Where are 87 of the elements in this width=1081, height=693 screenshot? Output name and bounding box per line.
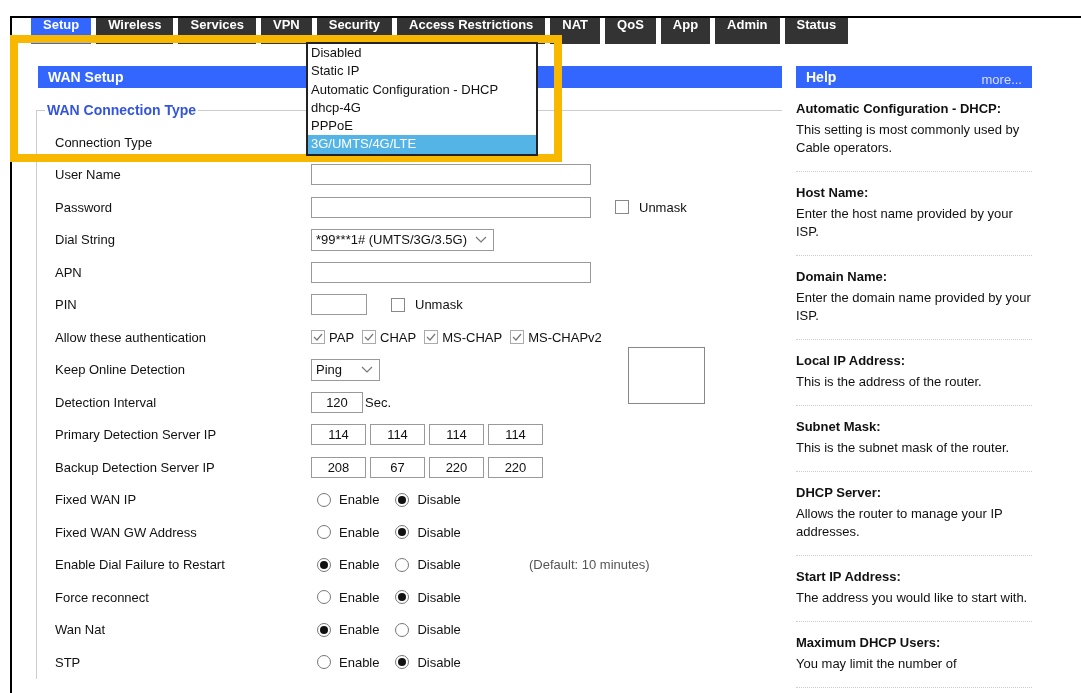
help-heading: Start IP Address: [796,569,902,584]
field-label: Force reconnect [55,589,150,605]
unit-label: Sec. [365,394,391,410]
checkbox[interactable] [362,330,377,345]
nav-tab[interactable]: NAT [550,17,601,44]
input-field[interactable] [311,164,591,186]
help-heading: Subnet Mask: [796,419,882,434]
chevron-down-icon [475,235,487,244]
help-heading: Host Name: [796,185,870,200]
radio-label: Disable [417,492,461,508]
input-field[interactable]: 67 [370,456,425,478]
help-text: Allows the router to manage your IP addresses. [796,505,1004,541]
checkbox[interactable] [311,330,325,345]
radio-label: Disable [417,622,461,638]
radio-label: Disable [417,524,461,540]
input-field[interactable] [311,196,591,218]
input-field[interactable]: 220 [429,456,484,478]
select-field[interactable]: *99***1# (UMTS/3G/3.5G) [311,228,494,251]
help-text: The address you would like to start with. [796,589,1029,607]
field-label: Enable Dial Failure to Restart [55,557,226,573]
dropdown-option[interactable]: Disabled [308,44,536,63]
nav-tab[interactable]: Status [784,17,849,44]
radio-label: Disable [417,654,461,670]
checkbox-label: PAP [329,329,355,345]
field-label: Dial String [55,232,116,248]
more-link[interactable]: more... [981,69,1022,88]
radio-label: Disable [417,589,461,605]
field-label: Password [55,199,114,215]
input-field[interactable]: 114 [429,424,484,446]
fieldset-legend: WAN Connection Type [45,102,199,118]
field-label: Detection Interval [55,394,158,410]
radio-label: Enable [339,622,380,638]
radio-label: Enable [339,654,380,670]
checkbox[interactable] [391,297,405,312]
input-field[interactable]: 114 [311,424,366,446]
checkbox-label: MS-CHAP [442,329,503,345]
checkbox-label: CHAP [380,329,417,345]
field-label: Connection Type [55,134,154,150]
help-heading: Local IP Address: [796,353,907,368]
input-field[interactable]: 208 [311,456,366,478]
checkbox-label: MS-CHAPv2 [528,329,602,345]
checkbox[interactable] [615,200,629,215]
input-field[interactable]: 114 [370,424,425,446]
help-heading: Domain Name: [796,269,889,284]
field-label: APN [55,264,83,280]
input-field[interactable] [311,294,367,316]
checkbox[interactable] [510,330,525,345]
help-title: Help [806,68,837,87]
field-label: Backup Detection Server IP [55,459,216,475]
input-field[interactable] [311,261,591,283]
chevron-down-icon [361,365,373,374]
field-label: Allow these authentication [55,329,208,345]
help-heading: Maximum DHCP Users: [796,635,942,650]
input-field[interactable]: 220 [488,456,543,478]
radio-label: Disable [417,557,461,573]
help-text: This setting is most commonly used by Cable operators. [796,121,1021,157]
help-text: This is the subnet mask of the router. [796,439,1011,457]
help-heading: DHCP Server: [796,485,883,500]
field-label: Primary Detection Server IP [55,427,218,443]
nav-tab[interactable]: Admin [715,17,780,44]
field-label: Wan Nat [55,622,107,638]
nav-tab[interactable]: QoS [605,17,656,44]
help-text: This is the address of the router. [796,373,983,391]
checkbox-label: Unmask [415,297,463,313]
dropdown-option[interactable]: PPPoE [308,117,536,136]
dropdown-option[interactable]: dhcp-4G [308,98,536,118]
field-label: PIN [55,297,78,313]
field-label: User Name [55,167,122,183]
field-label: Fixed WAN GW Address [55,524,198,540]
radio-label: Enable [339,589,380,605]
radio-label: Enable [339,492,380,508]
help-text: Enter the host name provided by your ISP. [796,205,1014,241]
help-text: Enter the domain name provided by your ISP. [796,289,1032,325]
field-label: Fixed WAN IP [55,492,138,508]
field-label: STP [55,654,82,670]
help-text: You may limit the number of [796,655,958,673]
checkbox-label: Unmask [639,199,687,215]
nav-tab[interactable]: App [660,17,711,44]
radio-label: Enable [339,524,380,540]
help-heading: Automatic Configuration - DHCP: [796,101,1003,116]
input-field[interactable]: 120 [311,391,363,413]
select-field[interactable]: Ping [311,358,380,381]
checkbox[interactable] [424,330,439,345]
field-label: Keep Online Detection [55,362,187,378]
input-field[interactable]: 114 [488,424,543,446]
radio-label: Enable [339,557,380,573]
hint-text: (Default: 10 minutes) [529,557,650,573]
